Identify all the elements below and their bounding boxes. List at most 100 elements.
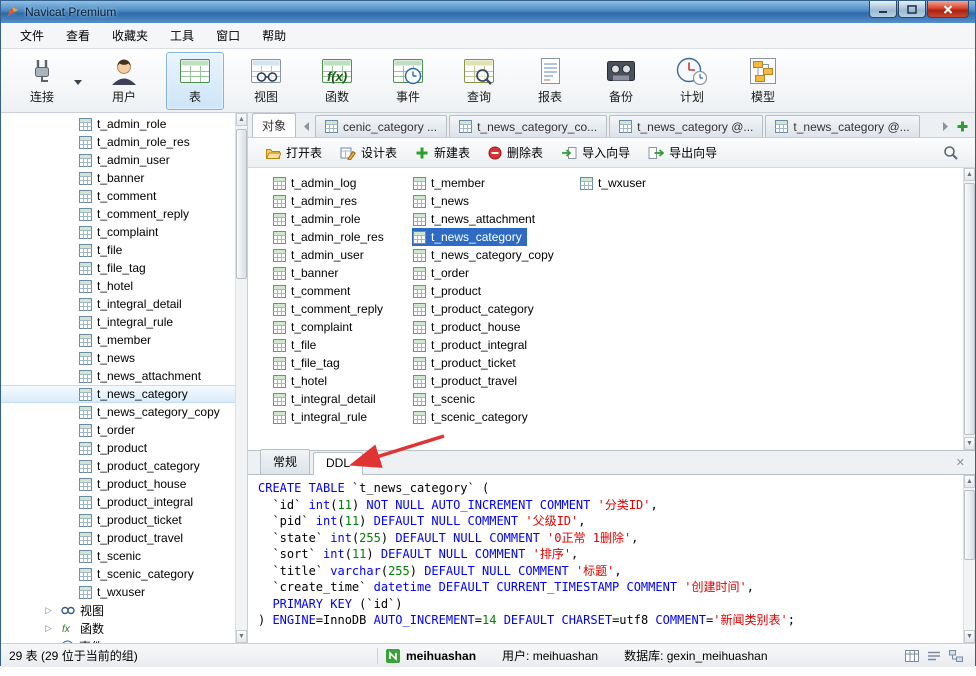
sidebar-group-views[interactable]: ▷ 视图: [1, 601, 235, 619]
export-wizard-button[interactable]: 导出向导: [641, 140, 724, 165]
minimize-button[interactable]: [869, 1, 897, 18]
sidebar-table-t_wxuser[interactable]: t_wxuser: [1, 583, 235, 601]
scroll-up-icon[interactable]: ▲: [964, 168, 975, 181]
import-wizard-button[interactable]: 导入向导: [554, 140, 637, 165]
sidebar-table-t_product[interactable]: t_product: [1, 439, 235, 457]
scroll-up-icon[interactable]: ▲: [236, 113, 247, 126]
table-item-t_banner[interactable]: t_banner: [272, 264, 343, 282]
menu-item-help[interactable]: 帮助: [251, 22, 297, 49]
table-item-t_scenic_category[interactable]: t_scenic_category: [412, 408, 533, 426]
sidebar-table-t_product_house[interactable]: t_product_house: [1, 475, 235, 493]
panel-close-icon[interactable]: ✕: [956, 456, 965, 469]
close-button[interactable]: [927, 1, 969, 18]
table-item-t_file_tag[interactable]: t_file_tag: [272, 354, 345, 372]
table-item-t_product_category[interactable]: t_product_category: [412, 300, 539, 318]
sidebar-table-t_product_integral[interactable]: t_product_integral: [1, 493, 235, 511]
sidebar-table-t_admin_role[interactable]: t_admin_role: [1, 115, 235, 133]
sidebar-table-t_integral_detail[interactable]: t_integral_detail: [1, 295, 235, 313]
table-item-t_product[interactable]: t_product: [412, 282, 486, 300]
scroll-down-icon[interactable]: ▼: [236, 630, 247, 643]
table-item-t_news_category[interactable]: t_news_category: [412, 228, 527, 246]
document-tab-2[interactable]: t_news_category @...: [609, 115, 764, 137]
sidebar-table-t_scenic_category[interactable]: t_scenic_category: [1, 565, 235, 583]
list-view-icon[interactable]: [927, 650, 941, 662]
table-item-t_news_attachment[interactable]: t_news_attachment: [412, 210, 540, 228]
table-item-t_hotel[interactable]: t_hotel: [272, 372, 332, 390]
menu-item-window[interactable]: 窗口: [205, 22, 251, 49]
expand-arrow-icon[interactable]: ▷: [45, 623, 56, 634]
ddl-scrollbar[interactable]: ▲ ▼: [963, 475, 975, 643]
scrollbar-thumb[interactable]: [964, 490, 975, 560]
grid-view-icon[interactable]: [905, 649, 919, 662]
new-tab-button[interactable]: [955, 116, 970, 136]
sidebar-table-t_hotel[interactable]: t_hotel: [1, 277, 235, 295]
scroll-up-icon[interactable]: ▲: [964, 475, 975, 488]
grid-scrollbar[interactable]: ▲ ▼: [963, 168, 975, 450]
sidebar-table-t_comment[interactable]: t_comment: [1, 187, 235, 205]
new-table-button[interactable]: 新建表: [408, 140, 477, 165]
sidebar-table-t_member[interactable]: t_member: [1, 331, 235, 349]
connection-button[interactable]: 连接: [13, 52, 71, 110]
table-item-t_complaint[interactable]: t_complaint: [272, 318, 357, 336]
query-button[interactable]: 查询: [450, 52, 508, 110]
table-item-t_admin_log[interactable]: t_admin_log: [272, 174, 361, 192]
scrollbar-thumb[interactable]: [964, 183, 975, 435]
user-button[interactable]: 用户: [95, 52, 153, 110]
scrollbar-thumb[interactable]: [236, 129, 247, 279]
tab-objects[interactable]: 对象: [252, 113, 297, 137]
info-tab-general[interactable]: 常规: [260, 449, 311, 474]
sidebar-table-t_banner[interactable]: t_banner: [1, 169, 235, 187]
table-item-t_comment_reply[interactable]: t_comment_reply: [272, 300, 388, 318]
open-table-button[interactable]: 打开表: [258, 140, 329, 165]
menu-item-view[interactable]: 查看: [55, 22, 101, 49]
sidebar-table-t_news_category_copy[interactable]: t_news_category_copy: [1, 403, 235, 421]
tab-scroll-right-icon[interactable]: [938, 116, 953, 136]
menu-item-tools[interactable]: 工具: [159, 22, 205, 49]
er-view-icon[interactable]: [949, 649, 963, 662]
table-button[interactable]: 表: [166, 51, 224, 110]
table-item-t_scenic[interactable]: t_scenic: [412, 390, 480, 408]
table-item-t_admin_role[interactable]: t_admin_role: [272, 210, 365, 228]
sidebar-table-t_admin_user[interactable]: t_admin_user: [1, 151, 235, 169]
table-item-t_product_integral[interactable]: t_product_integral: [412, 336, 532, 354]
sidebar-table-t_news_attachment[interactable]: t_news_attachment: [1, 367, 235, 385]
sidebar-table-t_complaint[interactable]: t_complaint: [1, 223, 235, 241]
expand-arrow-icon[interactable]: ▷: [45, 605, 56, 616]
sidebar-table-t_news_category[interactable]: t_news_category: [1, 385, 235, 403]
document-tab-0[interactable]: cenic_category ...: [315, 115, 448, 137]
tab-scroll-left-icon[interactable]: [299, 116, 314, 136]
sidebar-table-t_admin_role_res[interactable]: t_admin_role_res: [1, 133, 235, 151]
sidebar-table-t_file_tag[interactable]: t_file_tag: [1, 259, 235, 277]
scroll-down-icon[interactable]: ▼: [964, 437, 975, 450]
table-item-t_integral_rule[interactable]: t_integral_rule: [272, 408, 372, 426]
table-item-t_comment[interactable]: t_comment: [272, 282, 355, 300]
document-tab-3[interactable]: t_news_category @...: [765, 115, 920, 137]
sidebar-table-t_comment_reply[interactable]: t_comment_reply: [1, 205, 235, 223]
table-item-t_news[interactable]: t_news: [412, 192, 474, 210]
table-item-t_product_house[interactable]: t_product_house: [412, 318, 525, 336]
function-button[interactable]: f(x) 函数: [308, 52, 366, 110]
search-button[interactable]: [936, 141, 965, 164]
delete-table-button[interactable]: 删除表: [481, 140, 550, 165]
table-item-t_product_ticket[interactable]: t_product_ticket: [412, 354, 521, 372]
sidebar-scrollbar[interactable]: ▲ ▼: [235, 113, 247, 643]
table-item-t_integral_detail[interactable]: t_integral_detail: [272, 390, 381, 408]
info-tab-ddl[interactable]: DDL: [313, 452, 364, 475]
sidebar-group-functions[interactable]: ▷ fx 函数: [1, 619, 235, 637]
backup-button[interactable]: 备份: [592, 52, 650, 110]
table-item-t_wxuser[interactable]: t_wxuser: [579, 174, 651, 192]
table-item-t_news_category_copy[interactable]: t_news_category_copy: [412, 246, 559, 264]
sidebar-table-t_product_ticket[interactable]: t_product_ticket: [1, 511, 235, 529]
table-item-t_admin_user[interactable]: t_admin_user: [272, 246, 369, 264]
scroll-down-icon[interactable]: ▼: [964, 630, 975, 643]
menu-item-favorites[interactable]: 收藏夹: [101, 22, 159, 49]
sidebar-table-t_integral_rule[interactable]: t_integral_rule: [1, 313, 235, 331]
sidebar-table-t_product_category[interactable]: t_product_category: [1, 457, 235, 475]
table-item-t_product_travel[interactable]: t_product_travel: [412, 372, 522, 390]
sidebar-table-t_file[interactable]: t_file: [1, 241, 235, 259]
model-button[interactable]: 模型: [734, 52, 792, 110]
schedule-button[interactable]: 计划: [663, 52, 721, 110]
table-item-t_admin_res[interactable]: t_admin_res: [272, 192, 362, 210]
sidebar-table-t_scenic[interactable]: t_scenic: [1, 547, 235, 565]
event-button[interactable]: 事件: [379, 52, 437, 110]
